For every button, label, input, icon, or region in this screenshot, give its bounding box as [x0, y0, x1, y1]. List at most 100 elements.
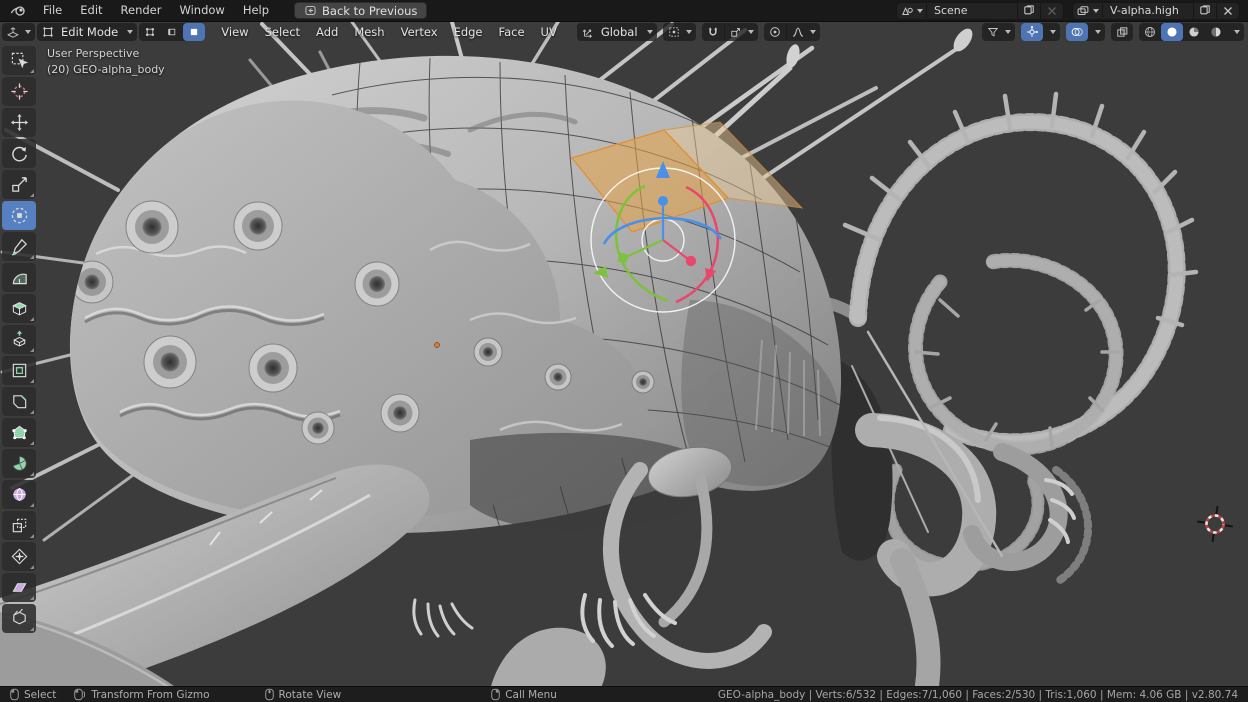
poly-build-icon [10, 423, 29, 442]
view-layer-browse-button[interactable] [1073, 4, 1103, 18]
select-mode-face-button[interactable] [183, 23, 205, 41]
mode-selector[interactable]: Edit Mode [37, 23, 137, 41]
shading-material-button[interactable] [1183, 23, 1205, 41]
editor-type-button[interactable] [2, 23, 35, 41]
edge-select-icon [165, 25, 179, 39]
shrink-fatten-icon [10, 547, 29, 566]
proportional-circle-icon [768, 25, 782, 39]
tool-scale-button[interactable] [2, 170, 36, 199]
back-to-previous-button[interactable]: Back to Previous [294, 2, 427, 19]
add-cube-icon [10, 299, 29, 318]
menu-add[interactable]: Add [308, 23, 346, 42]
tool-cursor-button[interactable] [2, 77, 36, 106]
duplicate-icon [1198, 4, 1212, 18]
menu-window[interactable]: Window [170, 0, 233, 21]
tool-smooth-button[interactable] [2, 480, 36, 509]
shading-settings-button[interactable] [1227, 23, 1244, 41]
tool-shrink-fatten-button[interactable] [2, 542, 36, 571]
chevron-down-icon [1095, 30, 1101, 34]
tool-inset-faces-button[interactable] [2, 356, 36, 385]
select-mode-vertex-button[interactable] [139, 23, 161, 41]
scene-name[interactable]: Scene [927, 4, 1017, 17]
menu-mesh[interactable]: Mesh [346, 23, 392, 42]
rip-region-icon [10, 609, 29, 628]
menu-view[interactable]: View [213, 23, 256, 42]
menu-edge[interactable]: Edge [446, 23, 491, 42]
hint-select-label: Select [24, 689, 56, 701]
tool-select-box-button[interactable] [2, 46, 36, 75]
overlays-settings-button[interactable] [1088, 23, 1105, 41]
shading-wireframe-button[interactable] [1139, 23, 1161, 41]
proportional-falloff-button[interactable] [787, 23, 820, 41]
snap-settings-button[interactable] [725, 23, 758, 41]
menu-help[interactable]: Help [234, 0, 278, 21]
transform-orientation-selector[interactable]: Global [577, 23, 657, 41]
rotate-icon [10, 144, 29, 163]
tool-move-button[interactable] [2, 108, 36, 137]
menu-file[interactable]: File [34, 0, 71, 21]
chevron-down-icon [647, 30, 653, 34]
tool-measure-button[interactable] [2, 263, 36, 292]
wireframe-shading-icon [1143, 25, 1157, 39]
status-bar: Select Transform From Gizmo Rotate View … [0, 686, 1248, 702]
tool-annotate-button[interactable] [2, 232, 36, 261]
menu-edit[interactable]: Edit [71, 0, 111, 21]
menu-render[interactable]: Render [112, 0, 171, 21]
toggle-xray-button[interactable] [1111, 23, 1133, 41]
menu-uv[interactable]: UV [533, 23, 565, 42]
select-box-icon [10, 51, 29, 70]
menu-select[interactable]: Select [257, 23, 308, 42]
view-layer-new-button[interactable] [1193, 3, 1216, 19]
annotate-pen-icon [10, 237, 29, 256]
gizmo-icon [1025, 25, 1039, 39]
scale-icon [10, 175, 29, 194]
scene-browse-button[interactable] [897, 4, 927, 18]
viewport-3d[interactable] [0, 22, 1248, 686]
xray-icon [1115, 25, 1129, 39]
tool-extrude-region-button[interactable] [2, 325, 36, 354]
hint-select: Select [10, 688, 56, 701]
scene-new-button[interactable] [1017, 3, 1040, 19]
face-select-icon [187, 25, 201, 39]
view-layer-remove-button[interactable] [1216, 3, 1239, 19]
menu-face[interactable]: Face [491, 23, 533, 42]
pivot-point-button[interactable] [663, 23, 696, 41]
hint-call-menu-label: Call Menu [505, 689, 557, 701]
snap-toggle-button[interactable] [702, 23, 724, 41]
shading-solid-button[interactable] [1161, 23, 1183, 41]
gizmo-x-handle[interactable] [686, 256, 696, 266]
view-layer-selector: V-alpha.high [1072, 2, 1240, 20]
chevron-down-icon [127, 30, 133, 34]
tool-rotate-button[interactable] [2, 139, 36, 168]
object-visibility-filter-button[interactable] [982, 23, 1015, 41]
magnet-icon [706, 25, 720, 39]
tool-bevel-button[interactable] [2, 387, 36, 416]
edit-mode-icon [41, 25, 55, 39]
gizmo-settings-button[interactable] [1043, 23, 1060, 41]
blender-window: File Edit Render Window Help Back to Pre… [0, 0, 1248, 702]
filter-funnel-icon [986, 25, 1000, 39]
tool-shear-button[interactable] [2, 573, 36, 602]
gizmo-z-handle[interactable] [658, 196, 668, 206]
tool-edge-slide-button[interactable] [2, 511, 36, 540]
extrude-region-icon [10, 330, 29, 349]
tool-poly-build-button[interactable] [2, 418, 36, 447]
chevron-down-icon [810, 30, 816, 34]
tool-spin-button[interactable] [2, 449, 36, 478]
proportional-editing-button[interactable] [764, 23, 786, 41]
show-gizmo-toggle[interactable] [1021, 23, 1043, 41]
view-layer-name[interactable]: V-alpha.high [1103, 4, 1193, 17]
chevron-down-icon [1234, 30, 1240, 34]
select-mode-edge-button[interactable] [161, 23, 183, 41]
cursor-3d-icon [10, 82, 29, 101]
tool-rip-region-button[interactable] [2, 604, 36, 633]
shading-rendered-button[interactable] [1205, 23, 1227, 41]
mouse-middle-icon [265, 688, 274, 701]
chevron-down-icon [1093, 9, 1099, 13]
menu-vertex[interactable]: Vertex [393, 23, 446, 42]
tool-transform-button[interactable] [2, 201, 36, 230]
tool-add-cube-button[interactable] [2, 294, 36, 323]
show-overlays-toggle[interactable] [1066, 23, 1088, 41]
back-to-previous-label: Back to Previous [322, 4, 417, 18]
chevron-down-icon [25, 30, 31, 34]
